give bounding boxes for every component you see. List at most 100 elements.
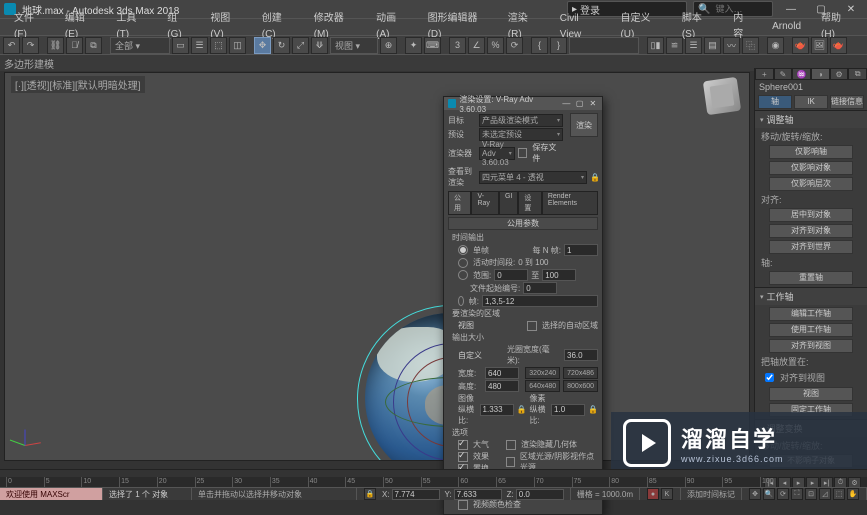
dialog-maximize-button[interactable]: ▢ [574, 98, 584, 109]
view-to-render-dropdown[interactable]: 四元菜单 4 - 透视 [479, 171, 587, 184]
view-button[interactable]: 视图 [769, 387, 853, 401]
align-to-view-button[interactable]: 对齐到视图 [769, 339, 853, 353]
snap-toggle-button[interactable]: 3 [449, 37, 466, 54]
center-to-object-button[interactable]: 居中到对象 [769, 208, 853, 222]
edit-working-pivot-button[interactable]: 编辑工作轴 [769, 307, 853, 321]
atmospherics-chk[interactable] [458, 440, 468, 450]
align-button[interactable]: ≌ [666, 37, 683, 54]
height-spinner[interactable] [485, 380, 519, 392]
align-to-world-button[interactable]: 对齐到世界 [769, 240, 853, 254]
active-time-radio[interactable] [458, 258, 468, 268]
angle-snap-button[interactable]: ∠ [468, 37, 485, 54]
rollout-working-pivot-header[interactable]: 工作轴 [755, 287, 867, 305]
undo-button[interactable]: ↶ [3, 37, 20, 54]
lock-view-icon[interactable]: 🔒 [590, 173, 598, 182]
cmdpanel-tab-0[interactable]: + [755, 68, 774, 80]
render-tab-设置[interactable]: 设置 [518, 191, 541, 215]
affect-pivot-only-button[interactable]: 仅影响轴 [769, 145, 853, 159]
manipulate-button[interactable]: ✦ [405, 37, 422, 54]
cmdpanel-tab-3[interactable]: ◑ [811, 68, 830, 80]
set-key-button[interactable]: K [661, 488, 673, 500]
image-aspect-spinner[interactable] [480, 404, 514, 416]
hidden-geom-chk[interactable] [506, 440, 516, 450]
menu-arnold[interactable]: Arnold [762, 19, 811, 35]
render-button[interactable]: 渲染 [570, 113, 598, 137]
hierarchy-pill-0[interactable]: 轴 [758, 95, 792, 109]
orbit-view-button[interactable]: ⟳ [777, 488, 789, 500]
cmdpanel-tab-2[interactable]: ♒ [792, 68, 811, 80]
align-to-object-button[interactable]: 对齐到对象 [769, 224, 853, 238]
render-setup-button[interactable]: 🫖 [792, 37, 809, 54]
select-name-button[interactable]: ☰ [191, 37, 208, 54]
time-slider[interactable] [0, 469, 867, 477]
coord-x-field[interactable]: 7.774 [392, 489, 440, 500]
viewport-label[interactable]: [·][透视][标准][默认明暗处理] [11, 76, 145, 93]
reset-pivot-button[interactable]: 重置轴 [769, 271, 853, 285]
align-to-view-checkbox[interactable]: 对齐到视图 [761, 370, 861, 385]
coord-y-field[interactable]: 7.633 [454, 489, 502, 500]
script-listener[interactable]: 欢迎使用 MAXScr [0, 488, 103, 500]
dialog-titlebar[interactable]: 渲染设置: V-Ray Adv 3.60.03 — ▢ ✕ [444, 97, 602, 110]
rendered-frame-button[interactable]: 🖼 [811, 37, 828, 54]
max-viewport-button[interactable]: ⛶ [791, 488, 803, 500]
spinner-snap-button[interactable]: ⟳ [506, 37, 523, 54]
cmdpanel-tab-1[interactable]: ✎ [774, 68, 793, 80]
ref-coord-dropdown[interactable]: 视图 ▾ [330, 37, 378, 54]
select-region-button[interactable]: ⬚ [210, 37, 227, 54]
pan-view-button-2[interactable]: ✋ [847, 488, 859, 500]
zoom-view-button[interactable]: 🔍 [763, 488, 775, 500]
render-prod-button[interactable]: 🫖 [830, 37, 847, 54]
area-shadow-chk[interactable] [506, 457, 515, 467]
pixel-aspect-spinner[interactable] [551, 404, 585, 416]
select-move-button[interactable]: ✥ [254, 37, 271, 54]
range-radio[interactable] [458, 270, 468, 280]
preset-640x480-button[interactable]: 640x480 [525, 380, 560, 392]
toggle-ribbon-button[interactable]: ▤ [704, 37, 721, 54]
affect-object-only-button[interactable]: 仅影响对象 [769, 161, 853, 175]
render-tab-render-elements[interactable]: Render Elements [542, 191, 598, 215]
selection-filter-dropdown[interactable]: 全部 ▾ [110, 37, 170, 54]
schematic-button[interactable]: ⿻ [742, 37, 759, 54]
percent-snap-button[interactable]: % [487, 37, 504, 54]
perspective-viewport[interactable]: [·][透视][标准][默认明暗处理] [4, 72, 750, 461]
select-scale-button[interactable]: ⤢ [292, 37, 309, 54]
bind-button[interactable]: ⧉ [85, 37, 102, 54]
output-preset-dropdown[interactable]: 自定义 [458, 350, 504, 361]
preset-800x600-button[interactable]: 800x600 [563, 380, 598, 392]
renderer-dropdown[interactable]: V-Ray Adv 3.60.03 [479, 147, 515, 160]
cmdpanel-tab-5[interactable]: ⧉ [848, 68, 867, 80]
mirror-button[interactable]: ▯▮ [647, 37, 664, 54]
named-sel-button[interactable]: { [531, 37, 548, 54]
link-button[interactable]: ⛓ [47, 37, 64, 54]
material-editor-button[interactable]: ◉ [767, 37, 784, 54]
layer-button[interactable]: ☰ [685, 37, 702, 54]
zoom-region-button[interactable]: ⬚ [833, 488, 845, 500]
use-pivot-button[interactable]: ⊕ [380, 37, 397, 54]
unlink-button[interactable]: ⛓̸ [66, 37, 83, 54]
time-tag[interactable]: 添加时间标记 [681, 488, 742, 500]
dialog-minimize-button[interactable]: — [561, 98, 571, 109]
render-tab-v-ray[interactable]: V-Ray [471, 191, 499, 215]
save-file-checkbox[interactable] [518, 148, 528, 158]
frames-radio[interactable] [458, 296, 464, 306]
preset-720x486-button[interactable]: 720x486 [563, 367, 598, 379]
select-rotate-button[interactable]: ↻ [273, 37, 290, 54]
zoom-extents-button[interactable]: ⊡ [805, 488, 817, 500]
aperture-spinner[interactable] [564, 349, 598, 361]
use-working-pivot-button[interactable]: 使用工作轴 [769, 323, 853, 337]
keyboard-shortcut-button[interactable]: ⌨ [424, 37, 441, 54]
select-button[interactable]: ▭ [172, 37, 189, 54]
render-area-dropdown[interactable]: 视图 [458, 320, 508, 331]
effects-chk[interactable] [458, 452, 468, 462]
single-frame-radio[interactable] [458, 245, 468, 255]
render-tab-公用[interactable]: 公用 [448, 191, 471, 215]
video-color-chk[interactable] [458, 500, 468, 510]
named-sel-edit-button[interactable]: } [550, 37, 567, 54]
target-dropdown[interactable]: 产品级渲染模式 [479, 114, 563, 127]
select-place-button[interactable]: ⟱ [311, 37, 328, 54]
frames-input[interactable] [482, 295, 598, 307]
common-params-header[interactable]: 公用参数 [448, 217, 598, 230]
every-nth-spinner[interactable] [564, 244, 598, 256]
cmdpanel-tab-4[interactable]: ⚙ [830, 68, 849, 80]
window-crossing-button[interactable]: ◫ [229, 37, 246, 54]
